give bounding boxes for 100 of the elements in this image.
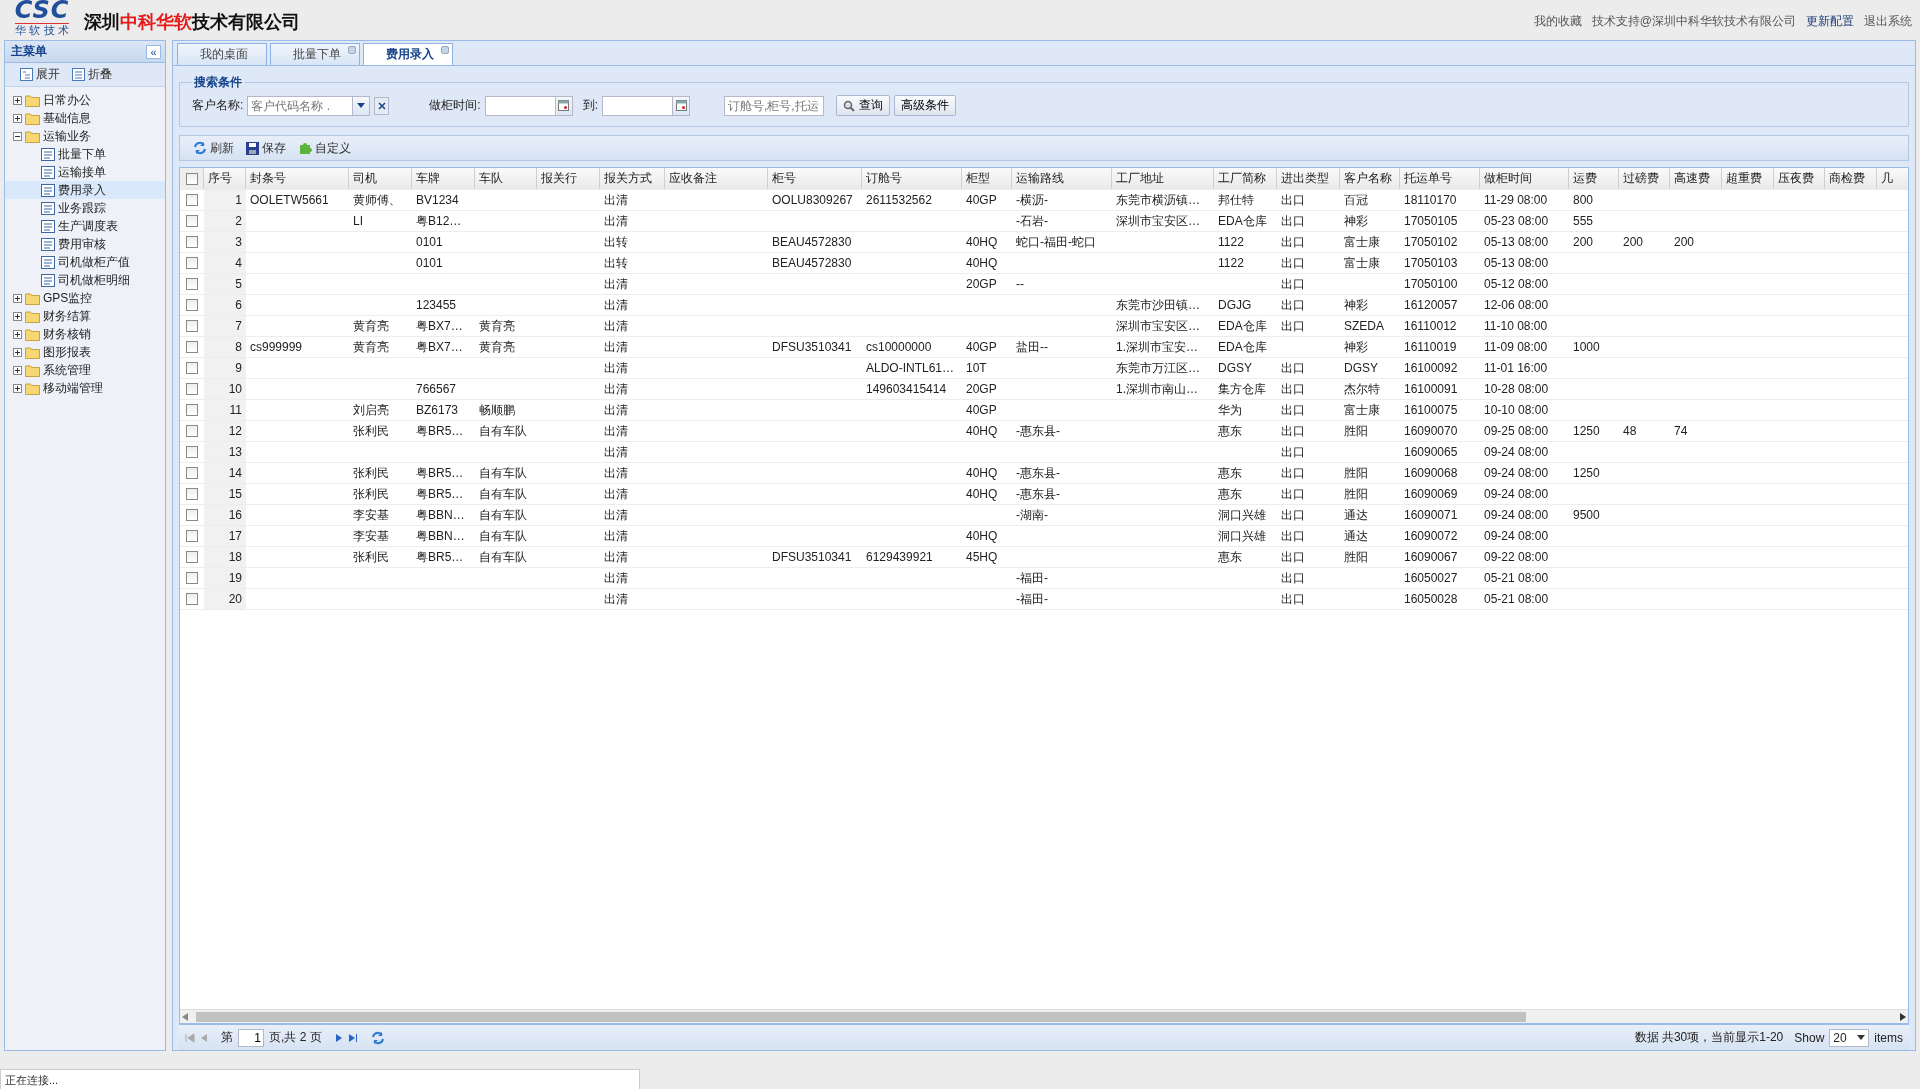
column-header[interactable]: 工厂地址: [1112, 168, 1214, 189]
customer-field[interactable]: 客户代码名称 .: [247, 95, 371, 116]
select-all-checkbox[interactable]: [185, 172, 198, 185]
column-header[interactable]: 柜型: [962, 168, 1012, 189]
row-checkbox[interactable]: [186, 551, 198, 563]
menu-item[interactable]: 财务核销: [5, 325, 165, 343]
menu-item[interactable]: 业务跟踪: [5, 199, 165, 217]
expand-icon[interactable]: [13, 293, 22, 303]
column-header[interactable]: 几: [1877, 168, 1908, 189]
column-header[interactable]: 托运单号: [1400, 168, 1480, 189]
row-checkbox[interactable]: [186, 446, 198, 458]
row-checkbox[interactable]: [186, 383, 198, 395]
menu-item[interactable]: 司机做柜产值: [5, 253, 165, 271]
horizontal-scrollbar[interactable]: [180, 1009, 1908, 1023]
header-link[interactable]: 更新配置: [1806, 13, 1854, 30]
column-header[interactable]: 压夜费: [1774, 168, 1825, 189]
first-page-icon[interactable]: [185, 1032, 195, 1043]
keyword-field[interactable]: 订舱号,柜号,托运: [724, 95, 825, 116]
header-link[interactable]: 技术支持@深圳中科华软技术有限公司: [1591, 13, 1796, 30]
row-checkbox[interactable]: [186, 509, 198, 521]
tab[interactable]: 费用录入: [363, 43, 453, 65]
row-checkbox[interactable]: [186, 278, 198, 290]
row-checkbox[interactable]: [186, 467, 198, 479]
menu-item[interactable]: 生产调度表: [5, 217, 165, 235]
column-header[interactable]: 报关方式: [600, 168, 665, 189]
menu-item[interactable]: 图形报表: [5, 343, 165, 361]
menu-item[interactable]: 运输接单: [5, 163, 165, 181]
menu-item[interactable]: 费用审核: [5, 235, 165, 253]
advanced-button[interactable]: 高级条件: [894, 95, 957, 116]
collapse-icon[interactable]: [13, 131, 22, 141]
scroll-left-icon[interactable]: [182, 1012, 188, 1021]
row-checkbox[interactable]: [186, 530, 198, 542]
header-link[interactable]: 我的收藏: [1533, 13, 1582, 30]
tab[interactable]: 我的桌面: [177, 43, 267, 65]
column-header[interactable]: 应收备注: [665, 168, 768, 189]
column-header[interactable]: 运输路线: [1012, 168, 1112, 189]
query-button[interactable]: 查询: [836, 95, 891, 116]
page-size-select[interactable]: 20: [1829, 1028, 1870, 1047]
menu-item[interactable]: 基础信息: [5, 109, 165, 127]
tree-tool-button[interactable]: 折叠: [69, 65, 115, 84]
menu-item[interactable]: 运输业务: [5, 127, 165, 145]
row-checkbox[interactable]: [186, 299, 198, 311]
tree-tool-button[interactable]: 展开: [17, 65, 63, 84]
column-header[interactable]: 车牌: [412, 168, 475, 189]
row-checkbox[interactable]: [186, 194, 198, 206]
column-header[interactable]: 司机: [349, 168, 412, 189]
date-field[interactable]: [602, 95, 691, 116]
row-checkbox[interactable]: [186, 572, 198, 584]
column-header[interactable]: 超重费: [1722, 168, 1774, 189]
menu-item[interactable]: 费用录入: [5, 181, 165, 199]
toolbar-button[interactable]: 自定义: [295, 138, 354, 158]
header-link[interactable]: 退出系统: [1864, 13, 1912, 30]
column-header[interactable]: 商检费: [1825, 168, 1877, 189]
expand-icon[interactable]: [13, 383, 22, 393]
expand-icon[interactable]: [13, 113, 22, 123]
menu-item[interactable]: GPS监控: [5, 289, 165, 307]
last-page-icon[interactable]: [347, 1032, 358, 1043]
menu-item[interactable]: 批量下单: [5, 145, 165, 163]
column-header[interactable]: 运费: [1569, 168, 1619, 189]
column-header[interactable]: 报关行: [537, 168, 600, 189]
column-header[interactable]: 序号: [204, 168, 246, 189]
column-header[interactable]: 封条号: [246, 168, 349, 189]
expand-icon[interactable]: [13, 365, 22, 375]
row-checkbox[interactable]: [186, 257, 198, 269]
dropdown-icon[interactable]: [352, 96, 370, 115]
collapse-sidebar-button[interactable]: «: [146, 44, 161, 59]
column-header[interactable]: 客户名称: [1340, 168, 1400, 189]
menu-item[interactable]: 财务结算: [5, 307, 165, 325]
row-checkbox[interactable]: [186, 488, 198, 500]
menu-item[interactable]: 司机做柜明细: [5, 271, 165, 289]
row-checkbox[interactable]: [186, 341, 198, 353]
menu-item[interactable]: 移动端管理: [5, 379, 165, 397]
column-header[interactable]: 做柜时间: [1480, 168, 1569, 189]
menu-item[interactable]: 日常办公: [5, 91, 165, 109]
toolbar-button[interactable]: 刷新: [190, 138, 237, 158]
column-header[interactable]: 车队: [475, 168, 537, 189]
column-header[interactable]: 过磅费: [1619, 168, 1670, 189]
expand-icon[interactable]: [13, 347, 22, 357]
toolbar-button[interactable]: 保存: [243, 138, 289, 158]
column-header[interactable]: 高速费: [1670, 168, 1722, 189]
page-field[interactable]: 1: [238, 1028, 264, 1047]
column-header[interactable]: 工厂简称: [1214, 168, 1277, 189]
expand-icon[interactable]: [13, 95, 22, 105]
row-checkbox[interactable]: [186, 593, 198, 605]
row-checkbox[interactable]: [186, 215, 198, 227]
column-header[interactable]: 订舱号: [862, 168, 962, 189]
tab[interactable]: 批量下单: [270, 43, 360, 65]
row-checkbox[interactable]: [186, 425, 198, 437]
row-checkbox[interactable]: [186, 362, 198, 374]
clear-button[interactable]: [374, 96, 390, 115]
row-checkbox[interactable]: [186, 236, 198, 248]
expand-icon[interactable]: [13, 329, 22, 339]
column-header[interactable]: 进出类型: [1277, 168, 1340, 189]
scroll-right-icon[interactable]: [1900, 1012, 1906, 1021]
column-header[interactable]: 柜号: [768, 168, 862, 189]
date-field[interactable]: [484, 95, 573, 116]
expand-icon[interactable]: [13, 311, 22, 321]
row-checkbox[interactable]: [186, 404, 198, 416]
menu-item[interactable]: 系统管理: [5, 361, 165, 379]
row-checkbox[interactable]: [186, 320, 198, 332]
